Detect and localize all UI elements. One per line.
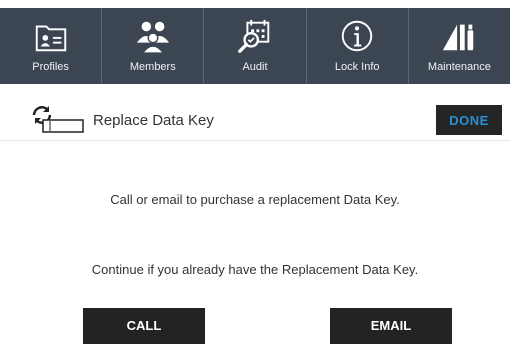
toolbar-item-profiles[interactable]: Profiles (0, 8, 103, 84)
page-title: Replace Data Key (93, 112, 214, 129)
done-button[interactable]: DONE (436, 105, 502, 135)
audit-icon (235, 16, 275, 56)
continue-instruction-text: Continue if you already have the Replace… (91, 262, 419, 277)
toolbar-item-label: Lock Info (334, 61, 380, 73)
toolbar-item-audit[interactable]: Audit (204, 8, 307, 84)
toolbar-item-members[interactable]: Members (102, 8, 205, 84)
replace-data-key-icon (30, 104, 86, 134)
toolbar-item-label: Profiles (32, 61, 69, 73)
maintenance-icon (439, 16, 479, 56)
page-header: Replace Data Key DONE (0, 100, 510, 141)
toolbar-item-label: Members (129, 61, 176, 73)
call-button[interactable]: CALL (83, 308, 205, 344)
purchase-instruction-text: Call or email to purchase a replacement … (110, 192, 400, 207)
profiles-icon (31, 16, 71, 56)
toolbar-item-lock-info[interactable]: Lock Info (307, 8, 409, 84)
toolbar-item-maintenance[interactable]: Maintenance (409, 8, 510, 84)
toolbar-item-label: Maintenance (427, 61, 491, 73)
email-button[interactable]: EMAIL (330, 308, 452, 344)
top-toolbar: Profiles Members Audit Lock Info Mainten… (0, 8, 510, 84)
info-icon (337, 16, 377, 56)
toolbar-item-label: Audit (242, 61, 268, 73)
members-icon (133, 16, 173, 56)
